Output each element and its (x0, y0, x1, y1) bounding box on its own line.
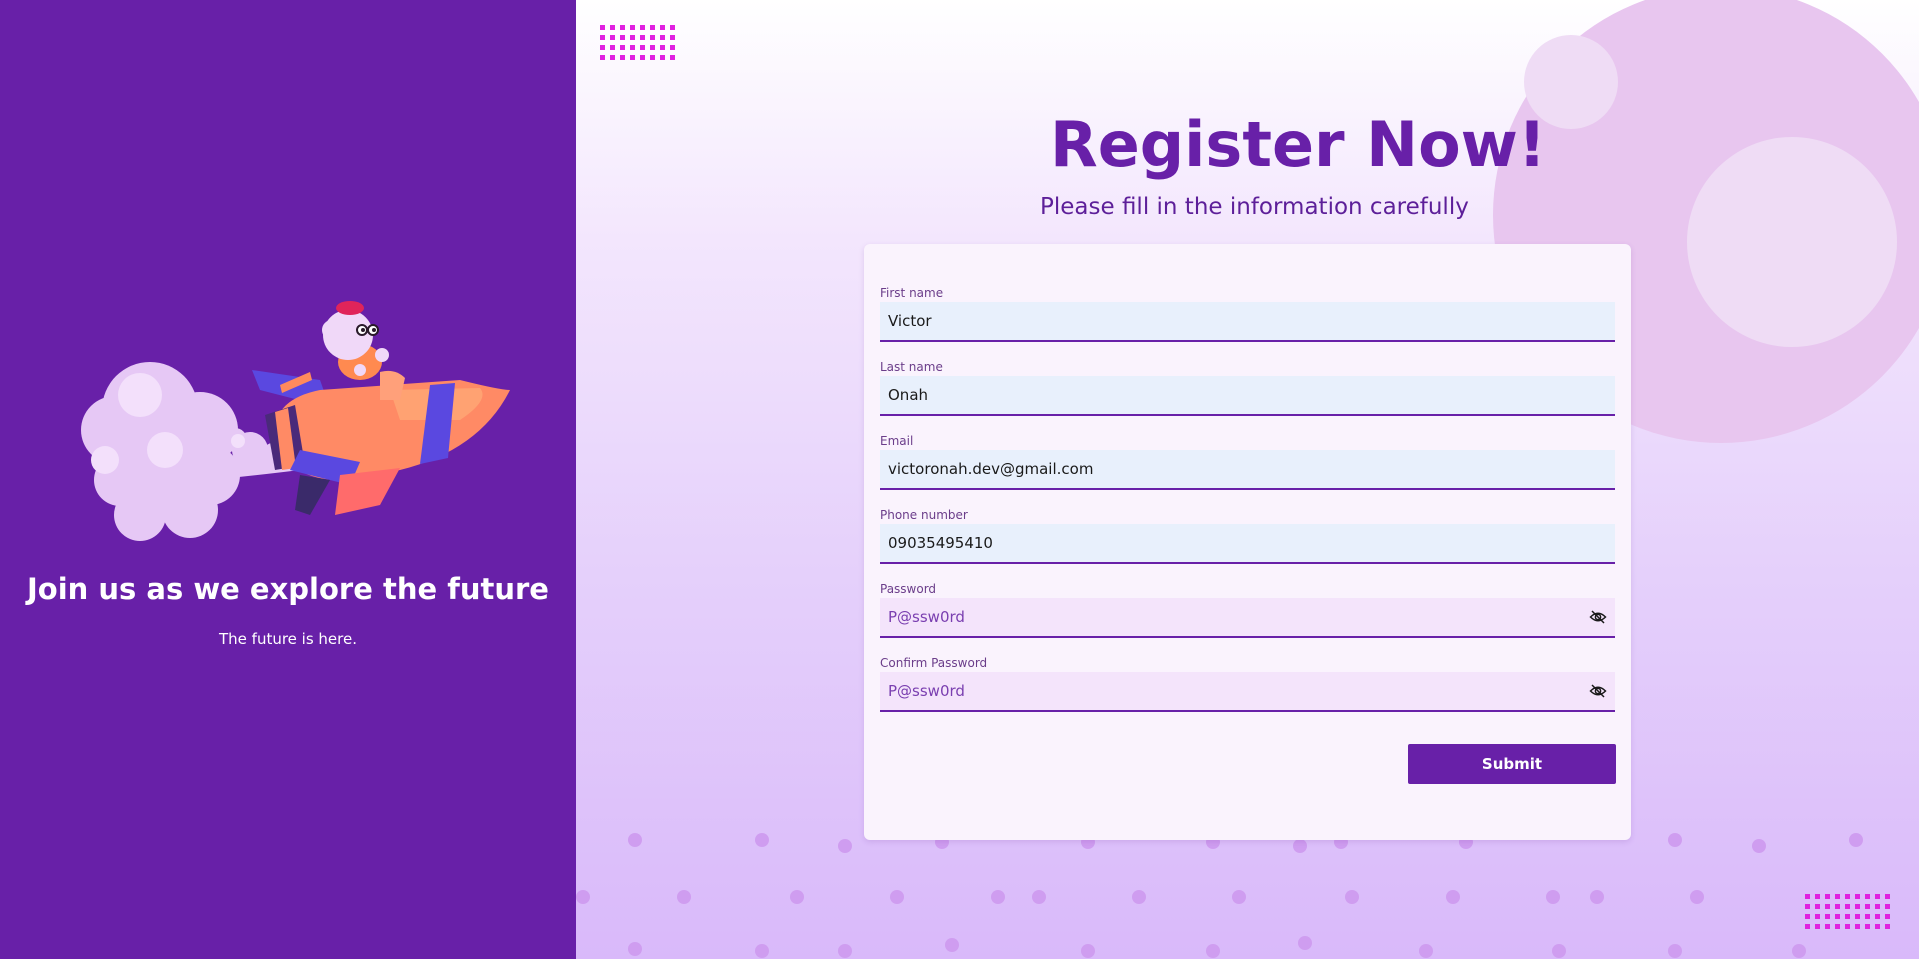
email-input[interactable]: victoronah.dev@gmail.com (880, 450, 1615, 490)
registration-form: First name Victor Last name Onah Email v… (864, 244, 1631, 840)
soft-dots (576, 833, 1863, 958)
last-name-field: Last name Onah (880, 360, 1615, 416)
password-label: Password (880, 582, 937, 596)
phone-input[interactable]: 09035495410 (880, 524, 1615, 564)
last-name-label: Last name (880, 360, 943, 374)
rocket-illustration (60, 290, 520, 570)
dot-grid-bottom (1805, 894, 1890, 929)
page-subtitle: Please fill in the information carefully (1040, 194, 1469, 220)
left-heading: Join us as we explore the future (27, 572, 549, 606)
decor-circle-medium (1687, 137, 1897, 347)
phone-label: Phone number (880, 508, 968, 522)
confirm-password-label: Confirm Password (880, 656, 988, 670)
email-value: victoronah.dev@gmail.com (888, 460, 1094, 478)
dot-grid-top (600, 25, 675, 60)
email-label: Email (880, 434, 914, 448)
password-value: P@ssw0rd (888, 608, 965, 626)
first-name-label: First name (880, 286, 944, 300)
phone-value: 09035495410 (888, 534, 993, 552)
phone-field: Phone number 09035495410 (880, 508, 1615, 564)
last-name-input[interactable]: Onah (880, 376, 1615, 416)
page-title: Register Now! (1050, 108, 1547, 181)
email-field: Email victoronah.dev@gmail.com (880, 434, 1615, 490)
confirm-password-input[interactable]: P@ssw0rd (880, 672, 1615, 712)
password-input[interactable]: P@ssw0rd (880, 598, 1615, 638)
submit-button[interactable]: Submit (1408, 744, 1616, 784)
left-panel: Join us as we explore the future The fut… (0, 0, 576, 959)
confirm-password-value: P@ssw0rd (888, 682, 965, 700)
first-name-input[interactable]: Victor (880, 302, 1615, 342)
eye-slash-icon[interactable] (1589, 609, 1607, 625)
first-name-field: First name Victor (880, 286, 1615, 342)
last-name-value: Onah (888, 386, 929, 404)
confirm-password-field: Confirm Password P@ssw0rd (880, 656, 1615, 712)
password-field: Password P@ssw0rd (880, 582, 1615, 638)
left-subheading: The future is here. (219, 630, 357, 648)
first-name-value: Victor (888, 312, 932, 330)
eye-slash-icon[interactable] (1589, 683, 1607, 699)
